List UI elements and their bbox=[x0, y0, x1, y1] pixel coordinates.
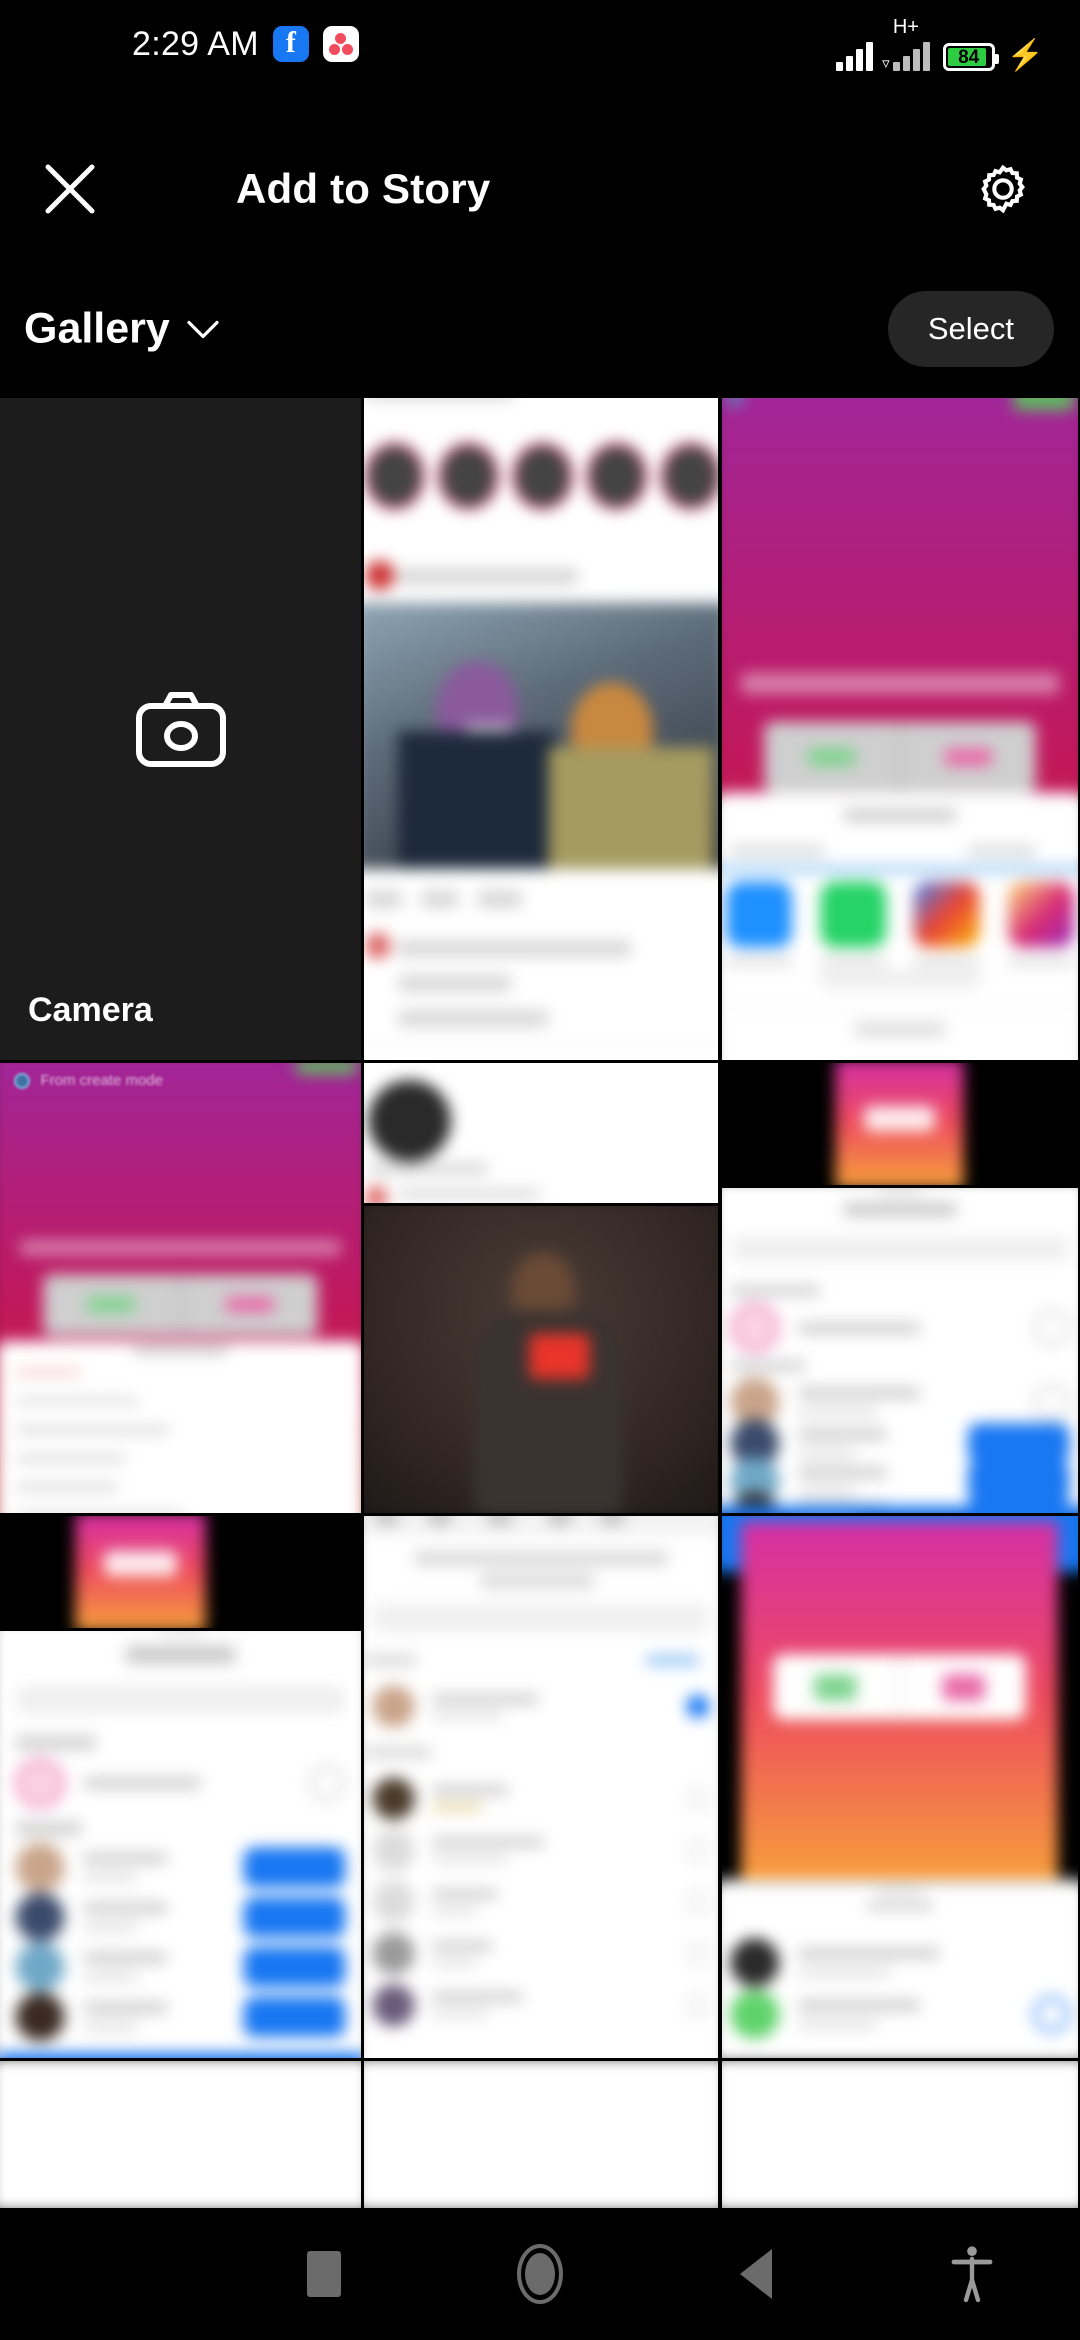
thumbnail-13[interactable] bbox=[0, 2061, 361, 2208]
thumbnail-6[interactable] bbox=[722, 1063, 1078, 1185]
select-button[interactable]: Select bbox=[887, 291, 1054, 367]
camera-tile-label: Camera bbox=[28, 991, 153, 1029]
thumbnail-14[interactable] bbox=[364, 2061, 718, 2208]
battery-percent-label: 84 bbox=[958, 46, 980, 68]
dots-app-icon bbox=[322, 26, 359, 62]
back-button[interactable] bbox=[648, 2208, 864, 2340]
camera-icon bbox=[135, 692, 226, 767]
home-button[interactable] bbox=[432, 2208, 648, 2340]
gallery-source-label: Gallery bbox=[24, 304, 170, 353]
thumbnail-3[interactable] bbox=[722, 2061, 1078, 2208]
close-button[interactable] bbox=[30, 149, 110, 229]
close-icon bbox=[45, 164, 95, 214]
accessibility-icon bbox=[951, 2246, 993, 2303]
status-bar-right: H+ ▿ 84 ⚡ bbox=[836, 17, 1044, 71]
app-header: Add to Story bbox=[0, 130, 1080, 248]
thumbnail-12[interactable] bbox=[722, 1516, 1078, 2058]
network-type-indicator: H+ ▿ bbox=[882, 17, 930, 71]
thumbnail-4[interactable]: From create mode bbox=[0, 1063, 361, 1513]
thumbnail-2[interactable] bbox=[722, 398, 1078, 1060]
thumbnail-7[interactable] bbox=[364, 1516, 718, 2058]
media-grid[interactable]: Camera From create mode bbox=[0, 398, 1080, 2208]
gallery-toolbar: Gallery Select bbox=[0, 268, 1080, 390]
status-bar-left: 2:29 AM bbox=[0, 25, 359, 64]
network-type-label: H+ bbox=[892, 16, 919, 38]
data-arrow-icon: ▿ bbox=[882, 55, 890, 72]
home-icon bbox=[517, 2244, 563, 2304]
facebook-icon bbox=[272, 26, 309, 62]
signal-bars-icon bbox=[836, 39, 874, 71]
gear-icon bbox=[981, 164, 1025, 214]
accessibility-button[interactable] bbox=[864, 2208, 1080, 2340]
thumbnail-8[interactable] bbox=[364, 1206, 718, 1513]
thumbnail-10[interactable] bbox=[0, 1516, 361, 1628]
gallery-source-picker[interactable]: Gallery bbox=[24, 305, 220, 354]
page-title: Add to Story bbox=[236, 165, 491, 212]
thumbnail-11[interactable] bbox=[0, 1631, 361, 2058]
status-clock: 2:29 AM bbox=[132, 24, 259, 63]
status-bar: 2:29 AM H+ ▿ 84 ⚡ bbox=[0, 0, 1080, 88]
thumbnail-5[interactable] bbox=[364, 1063, 718, 1203]
battery-icon: 84 bbox=[942, 43, 999, 71]
android-nav-bar bbox=[0, 2208, 1080, 2340]
camera-tile[interactable]: Camera bbox=[0, 398, 361, 1060]
chevron-down-icon bbox=[187, 320, 219, 338]
signal-bars-secondary-icon bbox=[892, 39, 930, 71]
settings-button[interactable] bbox=[960, 146, 1046, 232]
thumbnail-9[interactable] bbox=[722, 1188, 1078, 1513]
charging-bolt-icon: ⚡ bbox=[1006, 39, 1044, 72]
recent-apps-button[interactable] bbox=[216, 2208, 432, 2340]
phone-screen: 2:29 AM H+ ▿ 84 ⚡ bbox=[0, 0, 1080, 2340]
thumbnail-1[interactable] bbox=[364, 398, 718, 1060]
recent-apps-icon bbox=[307, 2251, 341, 2297]
back-arrow-icon bbox=[740, 2249, 772, 2299]
